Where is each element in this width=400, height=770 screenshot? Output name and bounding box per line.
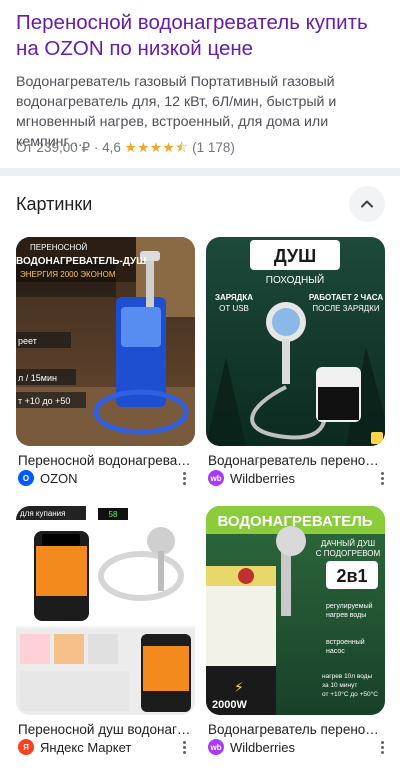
thumb-text: встроенный bbox=[326, 638, 365, 646]
ozon-logo-icon: O bbox=[18, 470, 34, 486]
image-caption[interactable]: Переносной душ водонагрев... bbox=[18, 721, 194, 738]
thumb-text: С ПОДОГРЕВОМ bbox=[316, 549, 381, 558]
thumb-text: ПОСЛЕ ЗАРЯДКИ bbox=[312, 304, 379, 313]
result-title-link[interactable]: Переносной водонагреватель купить на OZO… bbox=[16, 10, 388, 62]
result-meta: От 239,00 ₽ · 4,6 ★★★★⯪ (1 178) bbox=[16, 139, 388, 157]
wildberries-logo-icon: wb bbox=[208, 470, 224, 486]
yandex-market-logo-icon: Я bbox=[18, 739, 34, 755]
more-options-button[interactable] bbox=[374, 737, 390, 757]
rating-value: 4,6 bbox=[102, 140, 121, 155]
rating-stars-icon: ★★★★⯪ bbox=[124, 140, 189, 155]
wildberries-logo-icon: wb bbox=[208, 739, 224, 755]
image-source[interactable]: wb Wildberries bbox=[208, 469, 295, 487]
section-divider bbox=[0, 168, 400, 176]
chevron-up-icon bbox=[361, 200, 373, 208]
separator: · bbox=[93, 140, 99, 155]
image-caption[interactable]: Водонагреватель переносной... bbox=[208, 452, 384, 469]
thumb-text: РАБОТАЕТ 2 ЧАСА bbox=[309, 293, 383, 302]
image-source[interactable]: O OZON bbox=[18, 469, 78, 487]
thumb-text: насос bbox=[326, 648, 345, 655]
thumb-text: ОТ USB bbox=[219, 304, 249, 313]
image-source[interactable]: Я Яндекс Маркет bbox=[18, 738, 131, 756]
image-thumbnail[interactable]: ДУШ ПОХОДНЫЙ ЗАРЯДКА ОТ USB РАБОТАЕТ 2 Ч… bbox=[206, 237, 385, 446]
thumb-text: ВОДОНАГРЕВАТЕЛЬ-ДУШ bbox=[16, 256, 146, 267]
collapse-button[interactable] bbox=[349, 186, 385, 222]
thumb-text: ПОХОДНЫЙ bbox=[266, 273, 324, 286]
image-thumbnail[interactable]: для купания 58 bbox=[16, 506, 195, 715]
thumb-text: 2в1 bbox=[336, 566, 367, 586]
source-name: Wildberries bbox=[230, 739, 296, 755]
thumb-text: ДАЧНЫЙ ДУШ bbox=[321, 539, 375, 548]
thumb-text: л / 15мин bbox=[18, 373, 57, 383]
thumb-text: 58 bbox=[109, 510, 118, 519]
image-caption[interactable]: Переносной водонагреватель bbox=[18, 452, 194, 469]
image-thumbnail[interactable]: ПЕРЕНОСНОЙ ВОДОНАГРЕВАТЕЛЬ-ДУШ ЭНЕРГИЯ 2… bbox=[16, 237, 195, 446]
image-source[interactable]: wb Wildberries bbox=[208, 738, 295, 756]
source-name: Яндекс Маркет bbox=[40, 739, 132, 755]
thumb-text: регулируемый bbox=[326, 602, 373, 610]
review-count: (1 178) bbox=[192, 140, 235, 155]
search-result: Переносной водонагреватель купить на OZO… bbox=[0, 0, 400, 168]
thumb-text: ЗАРЯДКА bbox=[215, 293, 253, 302]
thumb-text: ПЕРЕНОСНОЙ bbox=[30, 243, 88, 252]
source-name: OZON bbox=[40, 470, 78, 486]
source-name: Wildberries bbox=[230, 470, 296, 486]
thumb-text: нагрев воды bbox=[326, 612, 366, 619]
price: От 239,00 ₽ bbox=[16, 140, 91, 155]
thumb-text: нагрев 10л воды bbox=[322, 673, 373, 680]
more-options-button[interactable] bbox=[176, 468, 192, 488]
thumb-text: для купания bbox=[20, 509, 65, 518]
svg-text:⚡: ⚡ bbox=[234, 680, 244, 696]
thumb-text: от +10°С до +50°С bbox=[322, 690, 378, 698]
thumb-text: реет bbox=[18, 336, 37, 346]
image-caption[interactable]: Водонагреватель переносной... bbox=[208, 721, 384, 738]
thumb-text: ЭНЕРГИЯ 2000 ЭКОНОМ bbox=[20, 270, 116, 279]
image-thumbnail[interactable]: ВОДОНАГРЕВАТЕЛЬ ДАЧНЫЙ ДУШ С ПОДОГРЕВОМ … bbox=[206, 506, 385, 715]
thumb-text: 2000W bbox=[212, 699, 247, 711]
thumb-text: за 10 минут bbox=[322, 682, 357, 689]
thumb-text: ДУШ bbox=[274, 246, 316, 266]
images-section-title: Картинки bbox=[16, 194, 93, 214]
more-options-button[interactable] bbox=[176, 737, 192, 757]
thumb-text: т +10 до +50 bbox=[18, 396, 70, 406]
more-options-button[interactable] bbox=[374, 468, 390, 488]
